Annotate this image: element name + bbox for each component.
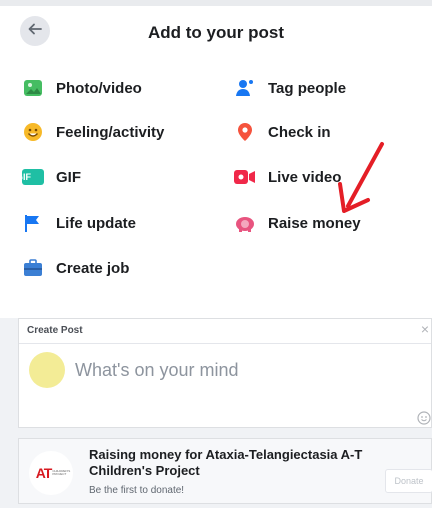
- flag-icon: [22, 212, 44, 234]
- tag-people-icon: [234, 77, 256, 99]
- gif-icon: GIF: [16, 166, 44, 188]
- fundraiser-logo: AT CHILDREN'S PROJECT: [29, 451, 73, 495]
- background-panel: Create Post × What's on your mind AT CHI…: [0, 318, 432, 508]
- header: Add to your post: [0, 6, 432, 58]
- close-icon[interactable]: ×: [421, 321, 429, 337]
- option-photo-video[interactable]: Photo/video: [22, 75, 142, 101]
- option-label: Create job: [56, 259, 130, 277]
- avatar: [29, 352, 65, 388]
- briefcase-icon: [22, 257, 44, 279]
- option-label: GIF: [56, 168, 81, 186]
- create-post-title: Create Post: [27, 325, 83, 336]
- create-post-card: Create Post × What's on your mind: [18, 318, 432, 428]
- smiley-icon: [22, 121, 44, 143]
- map-pin-icon: [234, 121, 256, 143]
- option-label: Check in: [268, 123, 331, 141]
- photo-icon: [22, 77, 44, 99]
- option-label: Raise money: [268, 214, 361, 232]
- logo-text: AT: [35, 465, 53, 481]
- emoji-icon[interactable]: [417, 411, 431, 425]
- option-label: Feeling/activity: [56, 123, 165, 141]
- donate-button[interactable]: Donate: [385, 469, 432, 493]
- option-label: Photo/video: [56, 79, 142, 97]
- option-gif[interactable]: GIF GIF: [16, 164, 81, 190]
- header-title: Add to your post: [148, 23, 284, 42]
- post-input-placeholder[interactable]: What's on your mind: [75, 360, 239, 381]
- annotation-arrow: [338, 142, 384, 213]
- fundraiser-title: Raising money for Ataxia-Telangiectasia …: [89, 447, 363, 478]
- fundraiser-subtitle: Be the first to donate!: [89, 485, 185, 496]
- option-label: Live video: [268, 168, 342, 186]
- option-live-video[interactable]: Live video: [234, 164, 341, 190]
- gif-badge-text: GIF: [16, 172, 31, 182]
- option-label: Life update: [56, 214, 137, 232]
- divider: [19, 343, 431, 344]
- piggy-bank-icon: [234, 212, 256, 234]
- option-check-in[interactable]: Check in: [234, 119, 331, 145]
- option-create-job[interactable]: Create job: [22, 255, 129, 281]
- option-feeling-activity[interactable]: Feeling/activity: [22, 119, 164, 145]
- fundraiser-card[interactable]: AT CHILDREN'S PROJECT Raising money for …: [18, 438, 432, 504]
- option-label: Tag people: [268, 79, 347, 97]
- logo-small-text: CHILDREN'S PROJECT: [52, 469, 71, 476]
- live-video-icon: [234, 166, 256, 188]
- option-life-update[interactable]: Life update: [22, 210, 136, 236]
- option-tag-people[interactable]: Tag people: [234, 75, 346, 101]
